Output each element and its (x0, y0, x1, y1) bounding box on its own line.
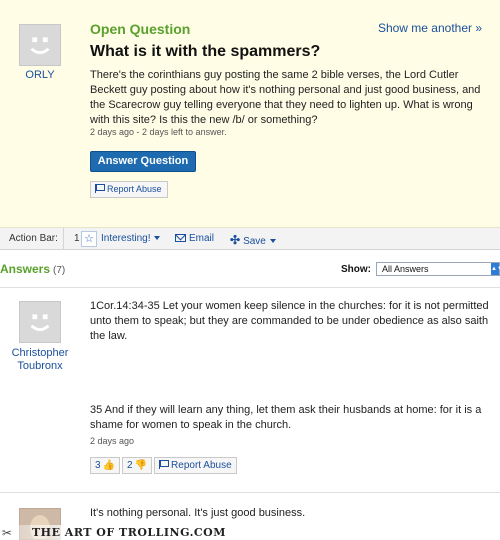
save-button[interactable]: ✣ Save (230, 233, 276, 247)
answers-heading: Answers (7) (0, 262, 65, 276)
question-body: There's the corinthians guy posting the … (90, 69, 481, 126)
action-bar-label: Action Bar: (9, 233, 58, 244)
divider (63, 228, 64, 250)
show-another-link[interactable]: Show me another » (378, 21, 482, 35)
answer-body: 1Cor.14:34-35 Let your women keep silenc… (90, 300, 489, 342)
watermark-text: THE ART OF TROLLING.COM (32, 526, 226, 539)
answer-body: It's nothing personal. It's just good bu… (90, 507, 306, 519)
avatar[interactable] (19, 24, 61, 66)
answer-question-button[interactable]: Answer Question (90, 151, 196, 172)
answerer-name[interactable]: Christopher Toubronx (0, 347, 80, 373)
question-panel: ORLY Open Question Show me another » Wha… (0, 0, 500, 228)
email-label: Email (189, 233, 215, 244)
interesting-label: Interesting! (101, 233, 151, 244)
show-filter-select[interactable]: All Answers ▲▼ (376, 262, 500, 276)
flag-icon (95, 184, 105, 193)
report-abuse-button[interactable]: Report Abuse (154, 457, 237, 474)
report-abuse-label: Report Abuse (171, 460, 232, 471)
thumbs-up-icon: 👍 (102, 460, 116, 471)
question-title: What is it with the spammers? (90, 43, 321, 60)
divider (0, 492, 500, 493)
select-arrow-icon: ▲▼ (491, 263, 500, 275)
interesting-count: 1 (74, 233, 80, 244)
show-filter-label: Show: (341, 264, 371, 275)
thumbs-down-icon: 👎 (134, 460, 148, 471)
chevron-down-icon (269, 239, 276, 243)
report-abuse-label: Report Abuse (107, 184, 162, 194)
interesting-button[interactable]: Interesting! (101, 233, 161, 244)
thumbs-up-count: 3 (95, 460, 101, 471)
thumbs-down-count: 2 (127, 460, 133, 471)
watermark-badge-icon: ✂ (2, 526, 13, 540)
default-avatar-icon (20, 302, 60, 342)
action-bar: Action Bar: 1 ☆ Interesting! Email ✣ Save (0, 228, 500, 250)
mail-icon (175, 234, 186, 242)
chevron-down-icon (154, 236, 161, 240)
answers-count: (7) (53, 265, 66, 276)
save-label: Save (243, 236, 266, 247)
avatar[interactable] (19, 301, 61, 343)
thumbs-down-button[interactable]: 2 👎 (122, 457, 153, 474)
plus-icon: ✣ (230, 233, 241, 247)
report-abuse-button[interactable]: Report Abuse (90, 181, 168, 198)
star-icon[interactable]: ☆ (81, 231, 97, 247)
answer-meta: 2 days ago (90, 436, 135, 446)
thumbs-up-button[interactable]: 3 👍 (90, 457, 121, 474)
asker-name[interactable]: ORLY (0, 69, 80, 81)
divider (0, 287, 500, 288)
show-filter-value: All Answers (382, 264, 429, 274)
question-status: Open Question (90, 21, 191, 37)
default-avatar-icon (20, 25, 60, 65)
answer-actions: 3 👍 2 👎 Report Abuse (90, 457, 239, 474)
answer-body-continued: 35 And if they will learn any thing, let… (90, 404, 482, 431)
email-button[interactable]: Email (175, 233, 214, 244)
answers-title: Answers (0, 262, 51, 276)
flag-icon (159, 460, 170, 469)
question-meta: 2 days ago - 2 days left to answer. (90, 127, 227, 137)
